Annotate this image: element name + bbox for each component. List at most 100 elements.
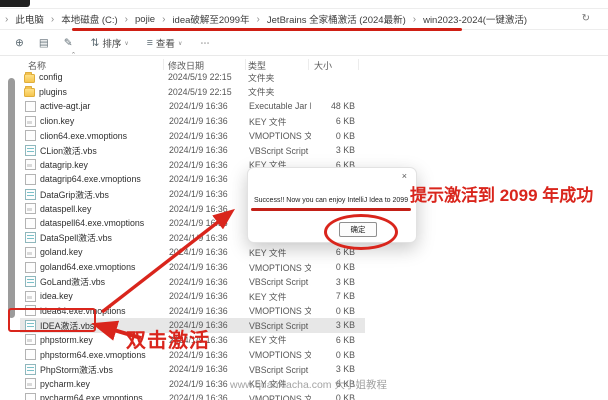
column-header-date[interactable]: 修改日期 (168, 59, 204, 72)
file-icon (25, 291, 36, 302)
file-name: GoLand激活.vbs (40, 275, 169, 288)
window-corner-fragment (0, 0, 30, 7)
file-type: 文件夹 (248, 71, 310, 84)
chevron-down-icon: ∨ (178, 40, 182, 47)
breadcrumb-item[interactable]: win2023-2024(一键激活) (423, 12, 527, 26)
clipboard-icon[interactable]: ▤ (39, 37, 49, 49)
file-size: 6 KB (311, 116, 355, 126)
file-date: 2024/5/19 22:15 (168, 72, 248, 82)
file-name: datagrip64.exe.vmoptions (40, 174, 169, 184)
column-divider (308, 59, 309, 70)
file-icon (25, 189, 36, 200)
scrollbar-thumb[interactable] (8, 78, 15, 318)
file-date: 2024/1/9 16:36 (169, 101, 249, 111)
file-type: VBScript Script 文件 (249, 275, 311, 288)
file-name: datagrip.key (40, 160, 169, 170)
close-icon[interactable]: × (402, 172, 407, 181)
file-type: VMOPTIONS 文件 (249, 129, 311, 142)
sort-icon: ⇅ (91, 37, 100, 49)
file-row[interactable]: idea.key2024/1/9 16:36KEY 文件7 KB (20, 289, 365, 304)
view-label: 查看 (156, 36, 175, 50)
address-bar: › 此电脑 › 本地磁盘 (C:) › pojie › idea破解至2099年 › JetBra… (0, 8, 608, 30)
breadcrumb-separator-icon: › (257, 14, 260, 25)
file-icon (25, 247, 36, 258)
breadcrumb-item[interactable]: pojie (135, 14, 155, 25)
file-icon (25, 232, 36, 243)
file-date: 2024/1/9 16:36 (169, 364, 249, 374)
file-row[interactable]: clion.key2024/1/9 16:36KEY 文件6 KB (20, 114, 365, 129)
ok-button[interactable]: 确定 (339, 222, 377, 237)
file-row[interactable]: pycharm64.exe.vmoptions2024/1/9 16:36VMO… (20, 391, 365, 400)
file-name: clion.key (40, 116, 169, 126)
breadcrumb-item[interactable]: JetBrains 全家桶激活 (2024最新) (267, 12, 406, 26)
column-divider (245, 59, 246, 70)
file-name: goland.key (40, 247, 169, 257)
breadcrumb-item[interactable]: 本地磁盘 (C:) (61, 12, 117, 26)
file-type: Executable Jar File (249, 101, 311, 111)
file-name: pycharm64.exe.vmoptions (40, 393, 169, 400)
chevron-down-icon: ∨ (124, 40, 128, 47)
file-icon (25, 203, 36, 214)
new-icon[interactable]: ⊕ (15, 37, 24, 49)
file-name: idea.key (40, 291, 169, 301)
view-button[interactable]: ≡ 查看 ∨ (147, 36, 183, 50)
file-size: 0 KB (311, 262, 355, 272)
sort-button[interactable]: ⇅ 排序 ∨ (91, 36, 129, 50)
file-type: KEY 文件 (249, 333, 311, 346)
file-explorer-window: › 此电脑 › 本地磁盘 (C:) › pojie › idea破解至2099年 › JetBra… (0, 0, 608, 400)
file-type: VMOPTIONS 文件 (249, 261, 311, 274)
file-row[interactable]: plugins2024/5/19 22:15文件夹 (20, 85, 365, 100)
file-row[interactable]: GoLand激活.vbs2024/1/9 16:36VBScript Scrip… (20, 274, 365, 289)
file-type: KEY 文件 (249, 115, 311, 128)
file-type: VBScript Script 文件 (249, 319, 311, 332)
file-icon (25, 218, 36, 229)
breadcrumb-separator-icon: › (51, 14, 54, 25)
file-row[interactable]: CLion激活.vbs2024/1/9 16:36VBScript Script… (20, 143, 365, 158)
file-size: 3 KB (311, 320, 355, 330)
file-name: dataspell.key (40, 204, 169, 214)
file-name: plugins (39, 87, 168, 97)
file-name: dataspell64.exe.vmoptions (40, 218, 169, 228)
file-type: 文件夹 (248, 85, 310, 98)
watermark: www.quanxiacha.com 大小姐教程 (230, 377, 387, 392)
file-name: goland64.exe.vmoptions (40, 262, 169, 272)
file-date: 2024/1/9 16:36 (169, 218, 249, 228)
file-name: PhpStorm激活.vbs (40, 363, 169, 376)
file-row[interactable]: active-agt.jar2024/1/9 16:36Executable J… (20, 99, 365, 114)
file-row[interactable]: goland64.exe.vmoptions2024/1/9 16:36VMOP… (20, 260, 365, 275)
file-date: 2024/1/9 16:36 (169, 306, 249, 316)
file-icon (25, 262, 36, 273)
idea-vbs-red-box-annotation (8, 308, 96, 332)
file-icon (25, 378, 36, 389)
toolbar-divider (0, 55, 608, 56)
column-header-size[interactable]: 大小 (314, 59, 332, 72)
file-row[interactable]: config2024/5/19 22:15文件夹 (20, 70, 365, 85)
more-options-button[interactable]: ⋯ (200, 38, 211, 49)
file-date: 2024/1/9 16:36 (169, 247, 249, 257)
refresh-icon[interactable]: ↻ (582, 13, 590, 24)
breadcrumb-item[interactable]: 此电脑 (15, 12, 44, 26)
column-header-type[interactable]: 类型 (248, 59, 266, 72)
sort-ascending-icon: ˆ (72, 51, 75, 61)
breadcrumb-item[interactable]: idea破解至2099年 (172, 12, 249, 26)
file-row[interactable]: PhpStorm激活.vbs2024/1/9 16:36VBScript Scr… (20, 362, 365, 377)
file-icon (25, 393, 36, 400)
file-date: 2024/5/19 22:15 (168, 87, 248, 97)
breadcrumb: › 此电脑 › 本地磁盘 (C:) › pojie › idea破解至2099年 › JetBra… (5, 12, 527, 26)
column-header-name[interactable]: 名称 (28, 59, 46, 72)
breadcrumb-separator-icon: › (162, 14, 165, 25)
file-icon (25, 101, 36, 112)
file-row[interactable]: clion64.exe.vmoptions2024/1/9 16:36VMOPT… (20, 128, 365, 143)
file-name: DataSpell激活.vbs (40, 231, 169, 244)
file-name: pycharm.key (40, 379, 169, 389)
column-divider (358, 59, 359, 70)
rename-icon[interactable]: ✎ (64, 37, 73, 49)
file-icon (25, 276, 36, 287)
breadcrumb-separator-icon: › (5, 14, 8, 25)
message-red-underline-annotation (251, 208, 411, 211)
folder-icon (24, 88, 35, 97)
breadcrumb-separator-icon: › (413, 14, 416, 25)
file-icon (25, 349, 36, 360)
file-name: clion64.exe.vmoptions (40, 131, 169, 141)
file-row[interactable]: goland.key2024/1/9 16:36KEY 文件6 KB (20, 245, 365, 260)
